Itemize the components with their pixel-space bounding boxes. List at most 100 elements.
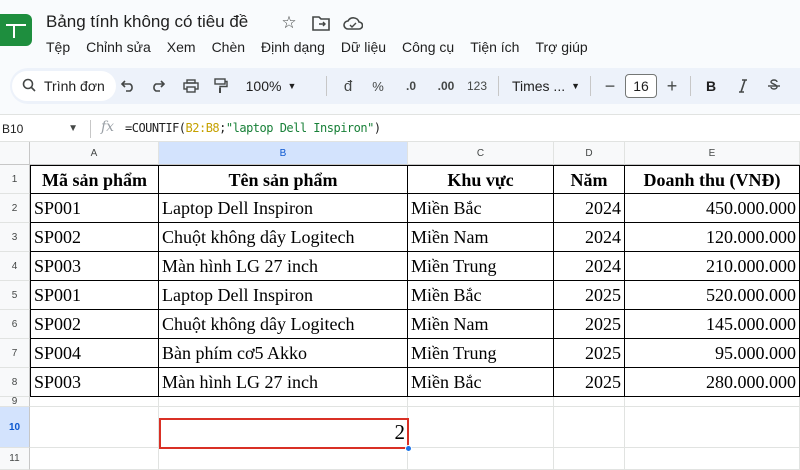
table-header-cell[interactable]: Khu vực bbox=[408, 165, 554, 194]
empty-cell[interactable] bbox=[554, 397, 625, 407]
row-header-5[interactable]: 5 bbox=[0, 281, 30, 310]
table-cell[interactable]: 520.000.000 bbox=[625, 281, 800, 310]
increase-decimal-button[interactable]: .00 bbox=[433, 74, 459, 98]
empty-cell[interactable] bbox=[159, 397, 408, 407]
document-title[interactable]: Bảng tính không có tiêu đề bbox=[46, 12, 248, 32]
italic-icon[interactable] bbox=[734, 74, 752, 98]
table-header-cell[interactable]: Năm bbox=[554, 165, 625, 194]
decrease-decimal-button[interactable]: .0 bbox=[400, 74, 422, 98]
table-cell[interactable]: Miền Trung bbox=[408, 252, 554, 281]
table-cell[interactable]: SP001 bbox=[30, 194, 159, 223]
empty-cell[interactable] bbox=[554, 407, 625, 448]
menu-file[interactable]: Tệp bbox=[38, 37, 78, 57]
row-header-1[interactable]: 1 bbox=[0, 165, 30, 194]
table-header-cell[interactable]: Mã sản phẩm bbox=[30, 165, 159, 194]
column-header-c[interactable]: C bbox=[408, 142, 554, 165]
column-header-d[interactable]: D bbox=[554, 142, 625, 165]
empty-cell[interactable] bbox=[625, 397, 800, 407]
row-header-10[interactable]: 10 bbox=[0, 407, 30, 448]
name-box[interactable]: B10 ▼ bbox=[0, 119, 82, 139]
empty-cell[interactable] bbox=[30, 407, 159, 448]
row-header-3[interactable]: 3 bbox=[0, 223, 30, 252]
column-header-a[interactable]: A bbox=[30, 142, 159, 165]
table-cell[interactable]: 145.000.000 bbox=[625, 310, 800, 339]
table-cell[interactable]: Miền Nam bbox=[408, 310, 554, 339]
table-cell[interactable]: 2025 bbox=[554, 368, 625, 397]
table-cell[interactable]: SP001 bbox=[30, 281, 159, 310]
table-cell[interactable]: 2025 bbox=[554, 339, 625, 368]
table-cell[interactable]: 450.000.000 bbox=[625, 194, 800, 223]
table-cell[interactable]: Màn hình LG 27 inch bbox=[159, 368, 408, 397]
empty-cell[interactable] bbox=[30, 448, 159, 470]
table-cell[interactable]: 280.000.000 bbox=[625, 368, 800, 397]
number-format-button[interactable]: 123 bbox=[465, 74, 489, 98]
table-header-cell[interactable]: Tên sản phẩm bbox=[159, 165, 408, 194]
table-cell[interactable]: SP004 bbox=[30, 339, 159, 368]
paint-format-icon[interactable] bbox=[210, 74, 232, 98]
zoom-select[interactable]: 100% ▼ bbox=[243, 74, 299, 98]
menu-data[interactable]: Dữ liệu bbox=[333, 37, 394, 57]
menu-tools[interactable]: Công cụ bbox=[394, 37, 462, 57]
table-cell[interactable]: Miền Bắc bbox=[408, 281, 554, 310]
empty-cell[interactable] bbox=[625, 407, 800, 448]
table-cell[interactable]: 120.000.000 bbox=[625, 223, 800, 252]
currency-format-button[interactable]: đ bbox=[340, 74, 356, 98]
table-cell[interactable]: 2025 bbox=[554, 281, 625, 310]
table-cell[interactable]: Miền Bắc bbox=[408, 194, 554, 223]
table-cell[interactable]: SP003 bbox=[30, 252, 159, 281]
table-cell[interactable]: Bàn phím cơ5 Akko bbox=[159, 339, 408, 368]
empty-cell[interactable] bbox=[159, 448, 408, 470]
table-cell[interactable]: 2024 bbox=[554, 194, 625, 223]
percent-format-button[interactable]: % bbox=[370, 74, 386, 98]
column-header-b[interactable]: B bbox=[159, 142, 408, 165]
empty-cell[interactable] bbox=[625, 448, 800, 470]
redo-icon[interactable] bbox=[148, 74, 168, 98]
menu-extensions[interactable]: Tiện ích bbox=[462, 37, 527, 57]
bold-button[interactable]: B bbox=[702, 74, 720, 98]
row-header-2[interactable]: 2 bbox=[0, 194, 30, 223]
font-size-decrease-button[interactable]: − bbox=[602, 74, 618, 98]
empty-cell[interactable] bbox=[408, 407, 554, 448]
empty-cell[interactable] bbox=[408, 397, 554, 407]
empty-cell[interactable] bbox=[30, 397, 159, 407]
table-cell[interactable]: 2024 bbox=[554, 252, 625, 281]
row-header-7[interactable]: 7 bbox=[0, 339, 30, 368]
spreadsheet-grid[interactable]: A B C D E 1 2 3 4 5 6 7 8 9 10 11 Mã sản phẩm Tên sản phẩ… bbox=[0, 142, 800, 470]
cloud-status-icon[interactable] bbox=[342, 12, 364, 34]
formula-input[interactable]: =COUNTIF(B2:B8;"laptop Dell Inspiron") bbox=[125, 121, 381, 135]
row-header-4[interactable]: 4 bbox=[0, 252, 30, 281]
table-cell[interactable]: Miền Trung bbox=[408, 339, 554, 368]
table-cell[interactable]: Chuột không dây Logitech bbox=[159, 223, 408, 252]
sheets-logo[interactable] bbox=[0, 14, 32, 46]
fill-handle[interactable] bbox=[405, 445, 412, 452]
menu-insert[interactable]: Chèn bbox=[204, 37, 253, 57]
row-header-11[interactable]: 11 bbox=[0, 448, 30, 470]
font-size-input[interactable]: 16 bbox=[625, 74, 657, 98]
menu-edit[interactable]: Chỉnh sửa bbox=[78, 37, 159, 57]
table-cell[interactable]: Miền Nam bbox=[408, 223, 554, 252]
row-header-8[interactable]: 8 bbox=[0, 368, 30, 397]
search-menus[interactable]: Trình đơn bbox=[12, 71, 116, 101]
table-cell[interactable]: Màn hình LG 27 inch bbox=[159, 252, 408, 281]
table-header-cell[interactable]: Doanh thu (VNĐ) bbox=[625, 165, 800, 194]
table-cell[interactable]: Miền Bắc bbox=[408, 368, 554, 397]
menu-format[interactable]: Định dạng bbox=[253, 37, 333, 57]
table-cell[interactable]: 2024 bbox=[554, 223, 625, 252]
table-cell[interactable]: SP002 bbox=[30, 310, 159, 339]
menu-help[interactable]: Trợ giúp bbox=[527, 37, 595, 57]
column-header-e[interactable]: E bbox=[625, 142, 800, 165]
font-size-increase-button[interactable]: + bbox=[664, 74, 680, 98]
undo-icon[interactable] bbox=[118, 74, 138, 98]
move-folder-icon[interactable] bbox=[310, 12, 332, 34]
empty-cell[interactable] bbox=[408, 448, 554, 470]
table-cell[interactable]: Laptop Dell Inspiron bbox=[159, 281, 408, 310]
table-cell[interactable]: 95.000.000 bbox=[625, 339, 800, 368]
empty-cell[interactable] bbox=[554, 448, 625, 470]
table-cell[interactable]: Laptop Dell Inspiron bbox=[159, 194, 408, 223]
table-cell[interactable]: SP002 bbox=[30, 223, 159, 252]
table-cell[interactable]: Chuột không dây Logitech bbox=[159, 310, 408, 339]
table-cell[interactable]: 2025 bbox=[554, 310, 625, 339]
star-icon[interactable]: ☆ bbox=[278, 12, 300, 34]
table-cell[interactable]: SP003 bbox=[30, 368, 159, 397]
print-icon[interactable] bbox=[180, 74, 202, 98]
